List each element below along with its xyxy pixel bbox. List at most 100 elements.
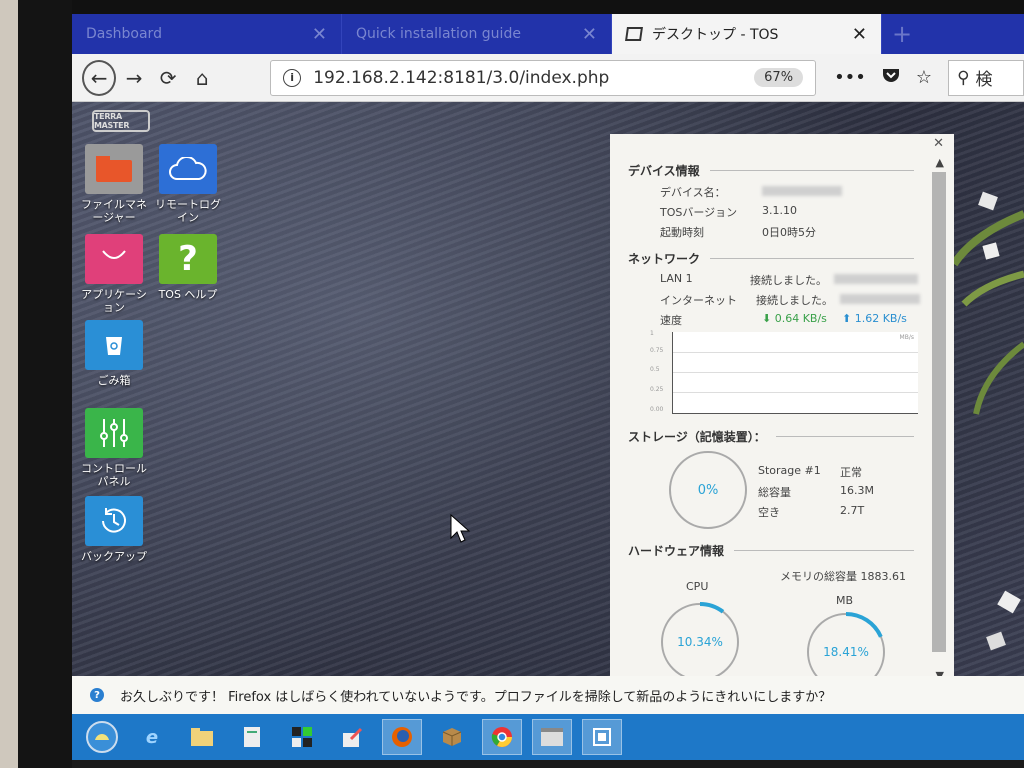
firefox-icon[interactable] — [382, 719, 422, 755]
desktop-icon-label: バックアップ — [81, 550, 147, 563]
app-tiles-icon[interactable] — [282, 719, 322, 755]
tab-label: Dashboard — [86, 26, 162, 42]
scrollbar[interactable] — [932, 172, 946, 652]
graph-y-tick: 0.5 — [650, 366, 660, 373]
upload-speed: ⬆ 1.62 KB/s — [842, 312, 907, 325]
uptime-label: 起動時刻 — [660, 226, 704, 239]
pocket-icon[interactable] — [882, 67, 900, 88]
zoom-level-badge[interactable]: 67% — [754, 68, 804, 87]
storage-free-label: 空き — [758, 506, 780, 519]
desktop-icon-remote-login[interactable]: リモートログイン — [152, 144, 224, 224]
help-icon: ? — [90, 688, 104, 702]
desktop-icon-label: コントロールパネル — [81, 462, 147, 488]
desktop-icon-tos-help[interactable]: ? TOS ヘルプ — [152, 234, 224, 301]
forward-arrow-icon[interactable]: → — [118, 61, 150, 95]
paint-icon[interactable] — [332, 719, 372, 755]
bookmark-star-icon[interactable]: ☆ — [916, 67, 932, 88]
close-icon[interactable]: ✕ — [312, 24, 327, 45]
tab-label: デスクトップ - TOS — [652, 27, 779, 43]
download-speed: ⬇ 0.64 KB/s — [762, 312, 827, 325]
search-input[interactable]: ⚲ 検 — [948, 59, 1024, 96]
file-explorer-icon[interactable] — [182, 719, 222, 755]
desktop-icon-backup[interactable]: バックアップ — [78, 496, 150, 563]
device-name-label: デバイス名： — [660, 186, 726, 199]
tos-app-icon[interactable] — [582, 719, 622, 755]
tab-desktop-tos[interactable]: デスクトップ - TOS ✕ — [612, 14, 882, 54]
graph-y-tick: 0.75 — [650, 347, 664, 354]
upload-arrow-icon: ⬆ — [842, 312, 855, 325]
screen: Dashboard ✕ Quick installation guide ✕ デ… — [72, 14, 1024, 760]
home-icon[interactable]: ⌂ — [186, 61, 218, 95]
package-box-icon[interactable] — [432, 719, 472, 755]
device-name-value-redacted — [762, 184, 842, 197]
storage-total-value: 16.3M — [840, 484, 874, 497]
cpu-label: CPU — [686, 580, 709, 593]
internet-status: 接続しました。 — [756, 294, 833, 307]
storage-usage-percent: 0% — [698, 483, 719, 498]
chrome-icon[interactable] — [482, 719, 522, 755]
document-icon[interactable] — [232, 719, 272, 755]
trash-icon — [85, 320, 143, 370]
system-info-panel: ✕ ▲ ▼ デバイス情報 デバイス名： TOSバージョン 3.1.10 起動時刻… — [610, 134, 954, 686]
taskbar: e — [72, 714, 1024, 760]
internet-ip-redacted — [840, 292, 920, 305]
storage-free-value: 2.7T — [840, 504, 865, 517]
window-app-icon[interactable] — [532, 719, 572, 755]
tab-quick-installation-guide[interactable]: Quick installation guide ✕ — [342, 14, 612, 54]
reload-icon[interactable]: ⟳ — [152, 61, 184, 95]
more-menu-icon[interactable]: ••• — [834, 67, 866, 88]
tos-version-label: TOSバージョン — [660, 206, 738, 219]
cpu-usage-ring: 10.34% — [660, 602, 740, 682]
plant-decoration — [954, 191, 1024, 651]
backup-clock-icon — [85, 496, 143, 546]
memory-total-label: メモリの総容量 1883.61 — [780, 570, 906, 583]
tab-strip: Dashboard ✕ Quick installation guide ✕ デ… — [72, 14, 1024, 54]
section-title: デバイス情報 — [628, 164, 700, 178]
graph-unit: MB/s — [899, 334, 914, 341]
internet-explorer-icon[interactable]: e — [132, 719, 172, 755]
tos-favicon-icon — [625, 27, 643, 41]
plus-icon[interactable]: + — [882, 14, 922, 54]
folder-icon — [85, 144, 143, 194]
desktop-icon-label: ごみ箱 — [97, 374, 131, 387]
toolbar-actions: ••• ☆ — [826, 67, 940, 88]
scroll-up-icon[interactable]: ▲ — [936, 156, 944, 169]
memory-usage-ring: 18.41% — [806, 612, 886, 686]
speed-label: 速度 — [660, 314, 682, 327]
download-speed-value: 0.64 KB/s — [774, 312, 827, 325]
sliders-icon — [85, 408, 143, 458]
desktop-icon-label: TOS ヘルプ — [158, 288, 218, 301]
download-arrow-icon: ⬇ — [762, 312, 775, 325]
start-button[interactable] — [82, 719, 122, 755]
lan-label: LAN 1 — [660, 272, 693, 285]
hardware-heading: ハードウェア情報 — [628, 542, 914, 559]
internet-label: インターネット — [660, 294, 737, 307]
network-heading: ネットワーク — [628, 250, 914, 267]
firefox-refresh-notification: ? お久しぶりです！ Firefox はしばらく使われていないようです。プロファ… — [72, 676, 1024, 714]
tab-dashboard[interactable]: Dashboard ✕ — [72, 14, 342, 54]
url-text: 192.168.2.142:8181/3.0/index.php — [313, 67, 610, 88]
memory-unit: MB — [836, 594, 854, 607]
tos-version-value: 3.1.10 — [762, 204, 797, 217]
graph-y-tick: 0.00 — [650, 406, 664, 413]
desktop-icon-file-manager[interactable]: ファイルマネージャー — [78, 144, 150, 224]
desktop-icon-control-panel[interactable]: コントロールパネル — [78, 408, 150, 488]
help-icon: ? — [159, 234, 217, 284]
bag-icon — [85, 234, 143, 284]
storage-usage-ring: 0% — [668, 450, 748, 530]
close-icon[interactable]: ✕ — [852, 24, 867, 45]
graph-y-tick: 1 — [650, 330, 654, 337]
cloud-icon — [159, 144, 217, 194]
desktop-icon-applications[interactable]: アプリケーション — [78, 234, 150, 314]
back-arrow-icon[interactable]: ← — [82, 59, 117, 96]
desktop-icon-trash[interactable]: ごみ箱 — [78, 320, 150, 387]
storage-total-label: 総容量 — [758, 486, 791, 499]
close-icon[interactable]: ✕ — [582, 24, 597, 45]
memory-usage-percent: 18.41% — [823, 645, 869, 659]
mouse-cursor-icon — [450, 514, 470, 543]
close-icon[interactable]: ✕ — [933, 136, 944, 151]
monitor-bezel-left — [0, 0, 72, 768]
info-icon[interactable]: i — [283, 68, 302, 87]
storage-name: Storage #1 — [758, 464, 821, 477]
url-bar[interactable]: i 192.168.2.142:8181/3.0/index.php 67% — [270, 59, 817, 96]
